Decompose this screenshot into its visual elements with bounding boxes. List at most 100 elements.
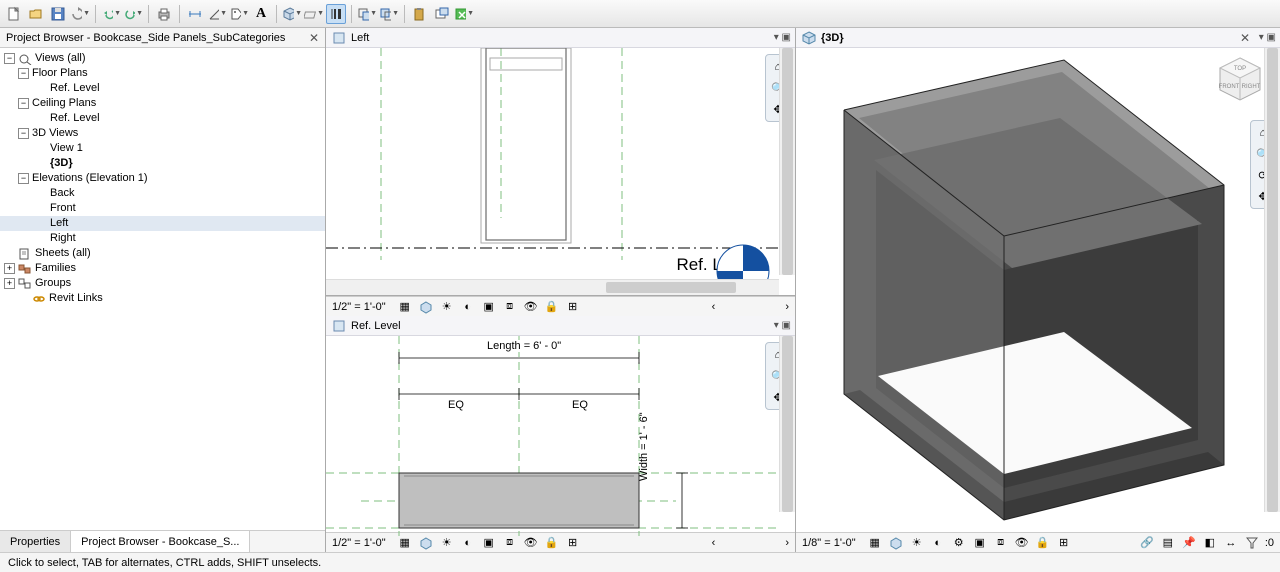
selection-underlay-icon[interactable]: ▤	[1160, 535, 1176, 551]
switch-window-icon[interactable]	[432, 4, 452, 24]
tree-toggle-icon[interactable]: +	[4, 278, 15, 289]
scrollbar-h-arrow[interactable]: ›	[785, 301, 789, 313]
view-header-reflevel[interactable]: Ref. Level ▾ ▣	[326, 316, 795, 336]
view-options-icon[interactable]: ▾ ▣	[1259, 32, 1276, 43]
open-icon[interactable]	[26, 4, 46, 24]
tree-item[interactable]: View 1	[0, 141, 325, 156]
hide-icon[interactable]: 👁	[523, 299, 539, 315]
component-icon[interactable]: ▼	[282, 4, 302, 24]
view-cube[interactable]: TOP FRONT RIGHT	[1214, 54, 1266, 106]
detail-level-icon[interactable]: ▦	[397, 299, 413, 315]
tree-item[interactable]: Left	[0, 216, 325, 231]
crop-region-icon[interactable]: ⧈	[993, 535, 1009, 551]
tree-toggle-icon[interactable]: −	[18, 98, 29, 109]
tree-toggle-icon[interactable]: −	[18, 128, 29, 139]
crop-icon[interactable]: ▣	[481, 535, 497, 551]
tag-icon[interactable]: ▼	[229, 4, 249, 24]
paste-icon[interactable]	[410, 4, 430, 24]
join-icon[interactable]: ▼	[379, 4, 399, 24]
shadows-icon[interactable]: ◐	[460, 299, 476, 315]
crop-region-icon[interactable]: ⧈	[502, 535, 518, 551]
selection-link-icon[interactable]: 🔗	[1139, 535, 1155, 551]
selection-pin-icon[interactable]: 📌	[1181, 535, 1197, 551]
tree-item[interactable]: Back	[0, 186, 325, 201]
tree-toggle-icon[interactable]: −	[4, 53, 15, 64]
align-dim-icon[interactable]	[185, 4, 205, 24]
tree-item[interactable]: −Elevations (Elevation 1)	[0, 171, 325, 186]
scrollbar-h-arrow[interactable]: ›	[785, 537, 789, 549]
sync-icon[interactable]: ▼	[70, 4, 90, 24]
detail-level-icon[interactable]: ▦	[397, 535, 413, 551]
crop-icon[interactable]: ▣	[481, 299, 497, 315]
redo-icon[interactable]: ▼	[123, 4, 143, 24]
scrollbar-h-arrow[interactable]: ‹	[712, 301, 716, 313]
tab-properties[interactable]: Properties	[0, 531, 71, 552]
save-icon[interactable]	[48, 4, 68, 24]
scrollbar-horizontal[interactable]	[326, 279, 779, 295]
scale-label[interactable]: 1/2" = 1'-0"	[332, 301, 386, 313]
view-options-icon[interactable]: ▾ ▣	[774, 32, 791, 43]
tree-toggle-icon[interactable]: +	[4, 263, 15, 274]
text-icon[interactable]: A	[251, 4, 271, 24]
selection-drag-icon[interactable]: ↔	[1223, 535, 1239, 551]
constraints-icon[interactable]: ⊞	[1056, 535, 1072, 551]
selection-face-icon[interactable]: ◧	[1202, 535, 1218, 551]
close-icon[interactable]: ✕	[1240, 31, 1250, 45]
scale-label[interactable]: 1/8" = 1'-0"	[802, 537, 856, 549]
project-browser-tree[interactable]: −Views (all)−Floor PlansRef. Level−Ceili…	[0, 48, 325, 530]
hide-icon[interactable]: 👁	[1014, 535, 1030, 551]
scrollbar-vertical[interactable]	[779, 48, 795, 275]
print-icon[interactable]	[154, 4, 174, 24]
reveal-icon[interactable]: 🔒	[544, 299, 560, 315]
visual-style-icon[interactable]	[888, 535, 904, 551]
close-icon[interactable]: ✕	[309, 31, 319, 45]
view-options-icon[interactable]: ▾ ▣	[774, 320, 791, 331]
filter-icon[interactable]	[1244, 535, 1260, 551]
tree-item[interactable]: Ref. Level	[0, 111, 325, 126]
sun-icon[interactable]: ☀	[439, 535, 455, 551]
tree-item[interactable]: −Ceiling Plans	[0, 96, 325, 111]
scale-label[interactable]: 1/2" = 1'-0"	[332, 537, 386, 549]
tree-item[interactable]: +Families	[0, 261, 325, 276]
view-canvas-reflevel[interactable]: Length = 6' - 0" EQ EQ Width = 1' - 6" ⌂…	[326, 336, 795, 532]
new-icon[interactable]	[4, 4, 24, 24]
cut-icon[interactable]: ▼	[357, 4, 377, 24]
scrollbar-h-arrow[interactable]: ‹	[712, 537, 716, 549]
close-views-icon[interactable]: ▼	[454, 4, 474, 24]
sun-icon[interactable]: ☀	[439, 299, 455, 315]
tree-toggle-icon[interactable]: −	[18, 68, 29, 79]
view-canvas-3d[interactable]: TOP FRONT RIGHT ⌂ 🔍 ⟳ ✥	[796, 48, 1280, 532]
shadows-icon[interactable]: ◐	[930, 535, 946, 551]
tree-item[interactable]: Right	[0, 231, 325, 246]
angle-dim-icon[interactable]: ▼	[207, 4, 227, 24]
tree-item[interactable]: Revit Links	[0, 291, 325, 306]
view-header-3d[interactable]: {3D} ✕ ▾ ▣	[796, 28, 1280, 48]
tree-item[interactable]: Sheets (all)	[0, 246, 325, 261]
tree-toggle-icon[interactable]: −	[18, 173, 29, 184]
view-canvas-left[interactable]: Ref. Level ⌂ 🔍 ✥	[326, 48, 795, 296]
reveal-icon[interactable]: 🔒	[544, 535, 560, 551]
constraints-icon[interactable]: ⊞	[565, 535, 581, 551]
tree-item[interactable]: −Views (all)	[0, 51, 325, 66]
hide-icon[interactable]: 👁	[523, 535, 539, 551]
constraints-icon[interactable]: ⊞	[565, 299, 581, 315]
scrollbar-vertical[interactable]	[1264, 48, 1280, 512]
shadows-icon[interactable]: ◐	[460, 535, 476, 551]
thin-lines-icon[interactable]	[326, 4, 346, 24]
reveal-icon[interactable]: 🔒	[1035, 535, 1051, 551]
render-icon[interactable]: ⚙	[951, 535, 967, 551]
set-workplane-icon[interactable]: ▼	[304, 4, 324, 24]
tree-item[interactable]: Front	[0, 201, 325, 216]
view-header-left[interactable]: Left ▾ ▣	[326, 28, 795, 48]
sun-icon[interactable]: ☀	[909, 535, 925, 551]
tree-item[interactable]: −3D Views	[0, 126, 325, 141]
visual-style-icon[interactable]	[418, 535, 434, 551]
tree-item[interactable]: +Groups	[0, 276, 325, 291]
undo-icon[interactable]: ▼	[101, 4, 121, 24]
crop-region-icon[interactable]: ⧈	[502, 299, 518, 315]
scrollbar-vertical[interactable]	[779, 336, 795, 512]
detail-level-icon[interactable]: ▦	[867, 535, 883, 551]
crop-icon[interactable]: ▣	[972, 535, 988, 551]
tree-item[interactable]: −Floor Plans	[0, 66, 325, 81]
tree-item[interactable]: Ref. Level	[0, 81, 325, 96]
